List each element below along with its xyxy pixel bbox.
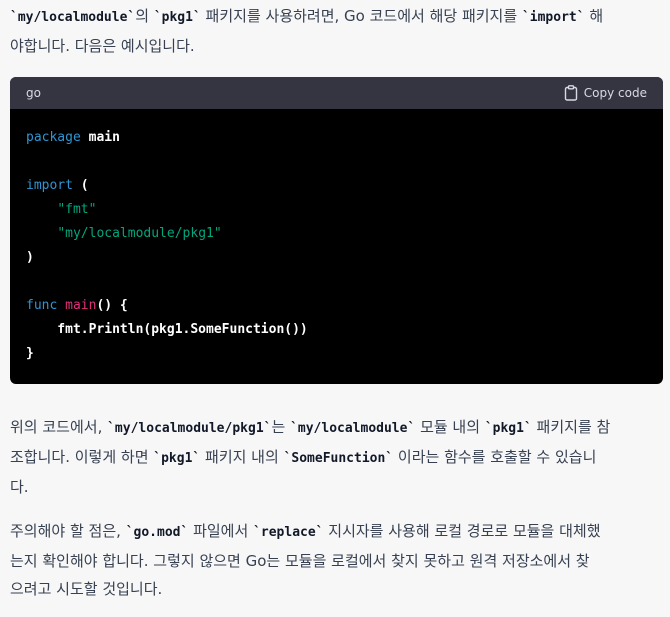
inline-code: `my/localmodule` (10, 10, 136, 25)
code-text: ( (72, 178, 89, 193)
message-content: `my/localmodule`의 `pkg1` 패키지를 사용하려면, Go … (0, 0, 663, 603)
text: 패키지 내의 (200, 448, 284, 466)
text: 이라는 함수를 호출할 수 있습니 (393, 448, 597, 466)
code-keyword: import (26, 178, 73, 193)
code-string: "fmt" (57, 202, 97, 217)
copy-code-button[interactable]: Copy code (564, 85, 647, 101)
code-line: package main (26, 126, 647, 150)
inline-code: `import` (521, 10, 585, 25)
code-line: func main() { (26, 294, 647, 318)
note-paragraph: 주의해야 할 점은, `go.mod` 파일에서 `replace` 지시자를 … (10, 517, 660, 603)
text: 는 (271, 418, 291, 436)
inline-code: `my/localmodule` (290, 421, 416, 436)
text: 파일에서 (188, 522, 254, 540)
text: 는지 확인해야 합니다. 그렇지 않으면 Go는 모듈을 로컬에서 찾지 못하고… (10, 552, 590, 570)
text: 모듈 내의 (415, 418, 485, 436)
code-text: main (80, 130, 120, 145)
text: 다. (10, 478, 29, 496)
text: 야합니다. 다음은 예시입니다. (10, 37, 195, 55)
inline-code: `pkg1` (484, 421, 532, 436)
code-function-name: main (65, 298, 97, 313)
text: 주의해야 할 점은, (10, 522, 126, 540)
code-line: ) (26, 246, 647, 270)
code-keyword: package (26, 130, 81, 145)
text: 의 (135, 7, 154, 25)
inline-code: `pkg1` (153, 451, 201, 466)
code-block: go Copy code package main import ( "fmt" … (10, 77, 663, 384)
code-line: "my/localmodule/pkg1" (26, 222, 647, 246)
copy-code-label: Copy code (583, 86, 647, 100)
code-line: } (26, 342, 647, 366)
code-text: ) (26, 250, 34, 265)
text: 해 (584, 7, 604, 25)
text: 패키지를 참 (531, 418, 611, 436)
code-line: "fmt" (26, 198, 647, 222)
text: 패키지를 사용하려면, Go 코드에서 해당 패키지를 (200, 7, 522, 25)
intro-paragraph: `my/localmodule`의 `pkg1` 패키지를 사용하려면, Go … (10, 0, 660, 60)
code-keyword: func (26, 298, 58, 313)
code-text: () { (96, 298, 128, 313)
code-content: package main import ( "fmt" "my/localmodu… (10, 109, 663, 384)
text: 으려고 시도할 것입니다. (10, 580, 163, 598)
code-line: fmt.Println(pkg1.SomeFunction()) (26, 318, 647, 342)
code-line: import ( (26, 174, 647, 198)
inline-code: `go.mod` (125, 525, 189, 540)
inline-code: `SomeFunction` (283, 451, 394, 466)
explanation-paragraph: 위의 코드에서, `my/localmodule/pkg1`는 `my/loca… (10, 413, 660, 501)
code-block-header: go Copy code (10, 77, 663, 109)
code-language-label: go (26, 86, 41, 100)
clipboard-icon (564, 85, 578, 101)
text: 조합니다. 이렇게 하면 (10, 448, 154, 466)
code-string: "my/localmodule/pkg1" (57, 226, 222, 241)
text: 지시자를 사용해 로컬 경로로 모듈을 대체했 (323, 522, 601, 540)
inline-code: `replace` (253, 525, 324, 540)
code-text: fmt.Println(pkg1.SomeFunction()) (26, 322, 308, 337)
text: 위의 코드에서, (10, 418, 108, 436)
code-text: } (26, 346, 34, 361)
inline-code: `my/localmodule/pkg1` (107, 421, 272, 436)
inline-code: `pkg1` (153, 10, 201, 25)
